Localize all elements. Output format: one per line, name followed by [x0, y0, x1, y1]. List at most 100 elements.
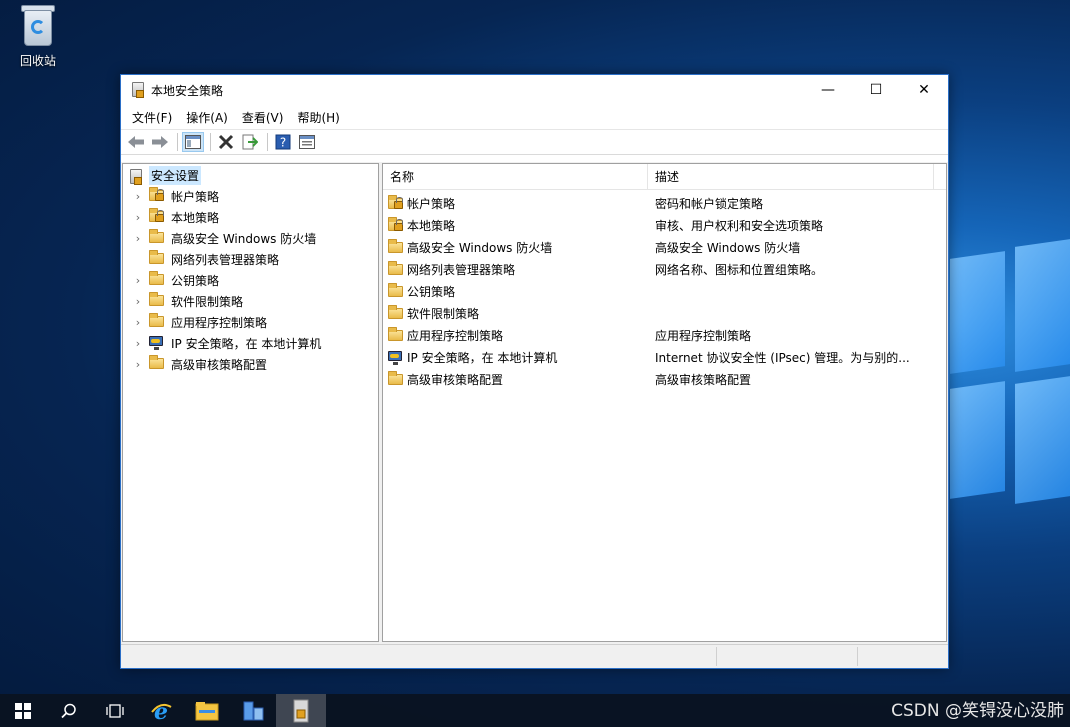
recycle-bin-icon: [19, 2, 57, 48]
list-row-description: 高级审核策略配置: [655, 372, 752, 387]
folder-icon: [149, 271, 165, 286]
folder-icon: [388, 327, 404, 342]
list-row-name: 网络列表管理器策略: [407, 262, 516, 277]
list-row-description: Internet 协议安全性 (IPsec) 管理。为与别的...: [655, 350, 910, 365]
tree-item[interactable]: › 高级审核策略配置: [123, 354, 378, 375]
menu-bar: 文件(F) 操作(A) 查看(V) 帮助(H): [121, 105, 948, 129]
folder-icon: [149, 355, 165, 370]
toolbar-separator: [267, 133, 268, 151]
start-icon[interactable]: [0, 694, 46, 727]
svg-text:e: e: [154, 699, 168, 723]
tree-item-label: 高级安全 Windows 防火墙: [171, 232, 317, 246]
tree-item[interactable]: › 帐户策略: [123, 186, 378, 207]
search-icon[interactable]: [46, 694, 92, 727]
tree-item[interactable]: › 公钥策略: [123, 270, 378, 291]
export-list-icon[interactable]: [239, 132, 261, 152]
list-row[interactable]: 高级审核策略配置 高级审核策略配置: [383, 368, 946, 390]
list-row-name: 高级审核策略配置: [407, 372, 504, 387]
tree-item-label: 本地策略: [171, 211, 220, 225]
folder-icon: [149, 313, 165, 328]
local-security-policy-icon[interactable]: [276, 694, 326, 727]
folder-icon: [149, 250, 165, 265]
menu-help[interactable]: 帮助(H): [290, 109, 346, 126]
tree-item-label: 应用程序控制策略: [171, 316, 268, 330]
list-row[interactable]: 高级安全 Windows 防火墙 高级安全 Windows 防火墙: [383, 236, 946, 258]
tree-item-label: 网络列表管理器策略: [171, 253, 280, 267]
help-icon[interactable]: ?: [272, 132, 294, 152]
chevron-right-icon[interactable]: ›: [131, 358, 145, 371]
svg-text:?: ?: [280, 136, 286, 150]
column-header-name[interactable]: 名称: [383, 164, 648, 190]
server-manager-icon[interactable]: [230, 694, 276, 727]
list-row[interactable]: 网络列表管理器策略 网络名称、图标和位置组策略。: [383, 258, 946, 280]
tree-root-label: 安全设置: [149, 166, 202, 185]
content-area: 安全设置 › 帐户策略 › 本地策略 › 高级安全 Windows 防火墙 网络列表管理器策…: [121, 162, 948, 644]
security-settings-icon: [129, 168, 145, 185]
tree-item-label: 软件限制策略: [171, 295, 244, 309]
status-bar: [121, 644, 948, 668]
folder-lock-icon: [388, 195, 404, 210]
menu-file[interactable]: 文件(F): [125, 109, 179, 126]
folder-lock-icon: [388, 217, 404, 232]
chevron-right-icon[interactable]: ›: [131, 274, 145, 287]
chevron-right-icon[interactable]: ›: [131, 295, 145, 308]
close-button[interactable]: ✕: [900, 75, 948, 105]
minimize-button[interactable]: —: [804, 75, 852, 105]
ip-security-icon: [388, 350, 404, 365]
tree-item[interactable]: › 应用程序控制策略: [123, 312, 378, 333]
chevron-right-icon[interactable]: ›: [131, 232, 145, 245]
list-row[interactable]: 帐户策略 密码和帐户锁定策略: [383, 192, 946, 214]
tree-item[interactable]: 网络列表管理器策略: [123, 249, 378, 270]
menu-view[interactable]: 查看(V): [235, 109, 291, 126]
list-row-description: 审核、用户权利和安全选项策略: [655, 218, 824, 233]
list-row[interactable]: 软件限制策略: [383, 302, 946, 324]
recycle-bin-label: 回收站: [19, 54, 56, 68]
forward-icon[interactable]: [149, 132, 171, 152]
list-row-name: IP 安全策略，在 本地计算机: [407, 350, 558, 365]
list-row-description: 密码和帐户锁定策略: [655, 196, 764, 211]
local-security-policy-window: 本地安全策略 — ☐ ✕ 文件(F) 操作(A) 查看(V) 帮助(H) ? 安…: [120, 74, 949, 669]
toolbar: ?: [121, 129, 948, 155]
toolbar-separator: [210, 133, 211, 151]
list-row[interactable]: 本地策略 审核、用户权利和安全选项策略: [383, 214, 946, 236]
title-bar[interactable]: 本地安全策略 — ☐ ✕: [121, 75, 948, 105]
tree-item[interactable]: › 本地策略: [123, 207, 378, 228]
properties-icon[interactable]: [296, 132, 318, 152]
tree-item[interactable]: › 软件限制策略: [123, 291, 378, 312]
maximize-button[interactable]: ☐: [852, 75, 900, 105]
show-hide-tree-icon[interactable]: [182, 132, 204, 152]
file-explorer-icon[interactable]: [184, 694, 230, 727]
list-row-description: 高级安全 Windows 防火墙: [655, 240, 801, 255]
folder-icon: [388, 239, 404, 254]
list-row-name: 高级安全 Windows 防火墙: [407, 240, 553, 255]
list-row[interactable]: 应用程序控制策略 应用程序控制策略: [383, 324, 946, 346]
tree-item-label: 帐户策略: [171, 190, 220, 204]
chevron-right-icon[interactable]: ›: [131, 211, 145, 224]
back-icon[interactable]: [125, 132, 147, 152]
chevron-right-icon[interactable]: ›: [131, 337, 145, 350]
desktop-windows-logo-glow: [945, 235, 1070, 535]
tree-item[interactable]: › 高级安全 Windows 防火墙: [123, 228, 378, 249]
list-row-name: 帐户策略: [407, 196, 456, 211]
tree-item-label: 高级审核策略配置: [171, 358, 268, 372]
folder-icon: [149, 229, 165, 244]
chevron-right-icon[interactable]: ›: [131, 316, 145, 329]
menu-action[interactable]: 操作(A): [179, 109, 235, 126]
recycle-bin[interactable]: 回收站: [12, 2, 64, 69]
tree-root[interactable]: 安全设置: [123, 165, 378, 186]
list-row-name: 软件限制策略: [407, 306, 480, 321]
chevron-right-icon[interactable]: ›: [131, 190, 145, 203]
list-row[interactable]: IP 安全策略，在 本地计算机 Internet 协议安全性 (IPsec) 管理…: [383, 346, 946, 368]
tree-item[interactable]: › IP 安全策略，在 本地计算机: [123, 333, 378, 354]
column-header-description[interactable]: 描述: [648, 164, 934, 190]
watermark-text: CSDN @笑锝没心没肺: [891, 701, 1064, 721]
list-row-name: 应用程序控制策略: [407, 328, 504, 343]
folder-icon: [149, 292, 165, 307]
folder-icon: [388, 283, 404, 298]
internet-explorer-icon[interactable]: e: [138, 694, 184, 727]
folder-icon: [388, 261, 404, 276]
app-icon: [131, 82, 145, 98]
delete-icon[interactable]: [215, 132, 237, 152]
task-view-icon[interactable]: [92, 694, 138, 727]
list-row[interactable]: 公钥策略: [383, 280, 946, 302]
